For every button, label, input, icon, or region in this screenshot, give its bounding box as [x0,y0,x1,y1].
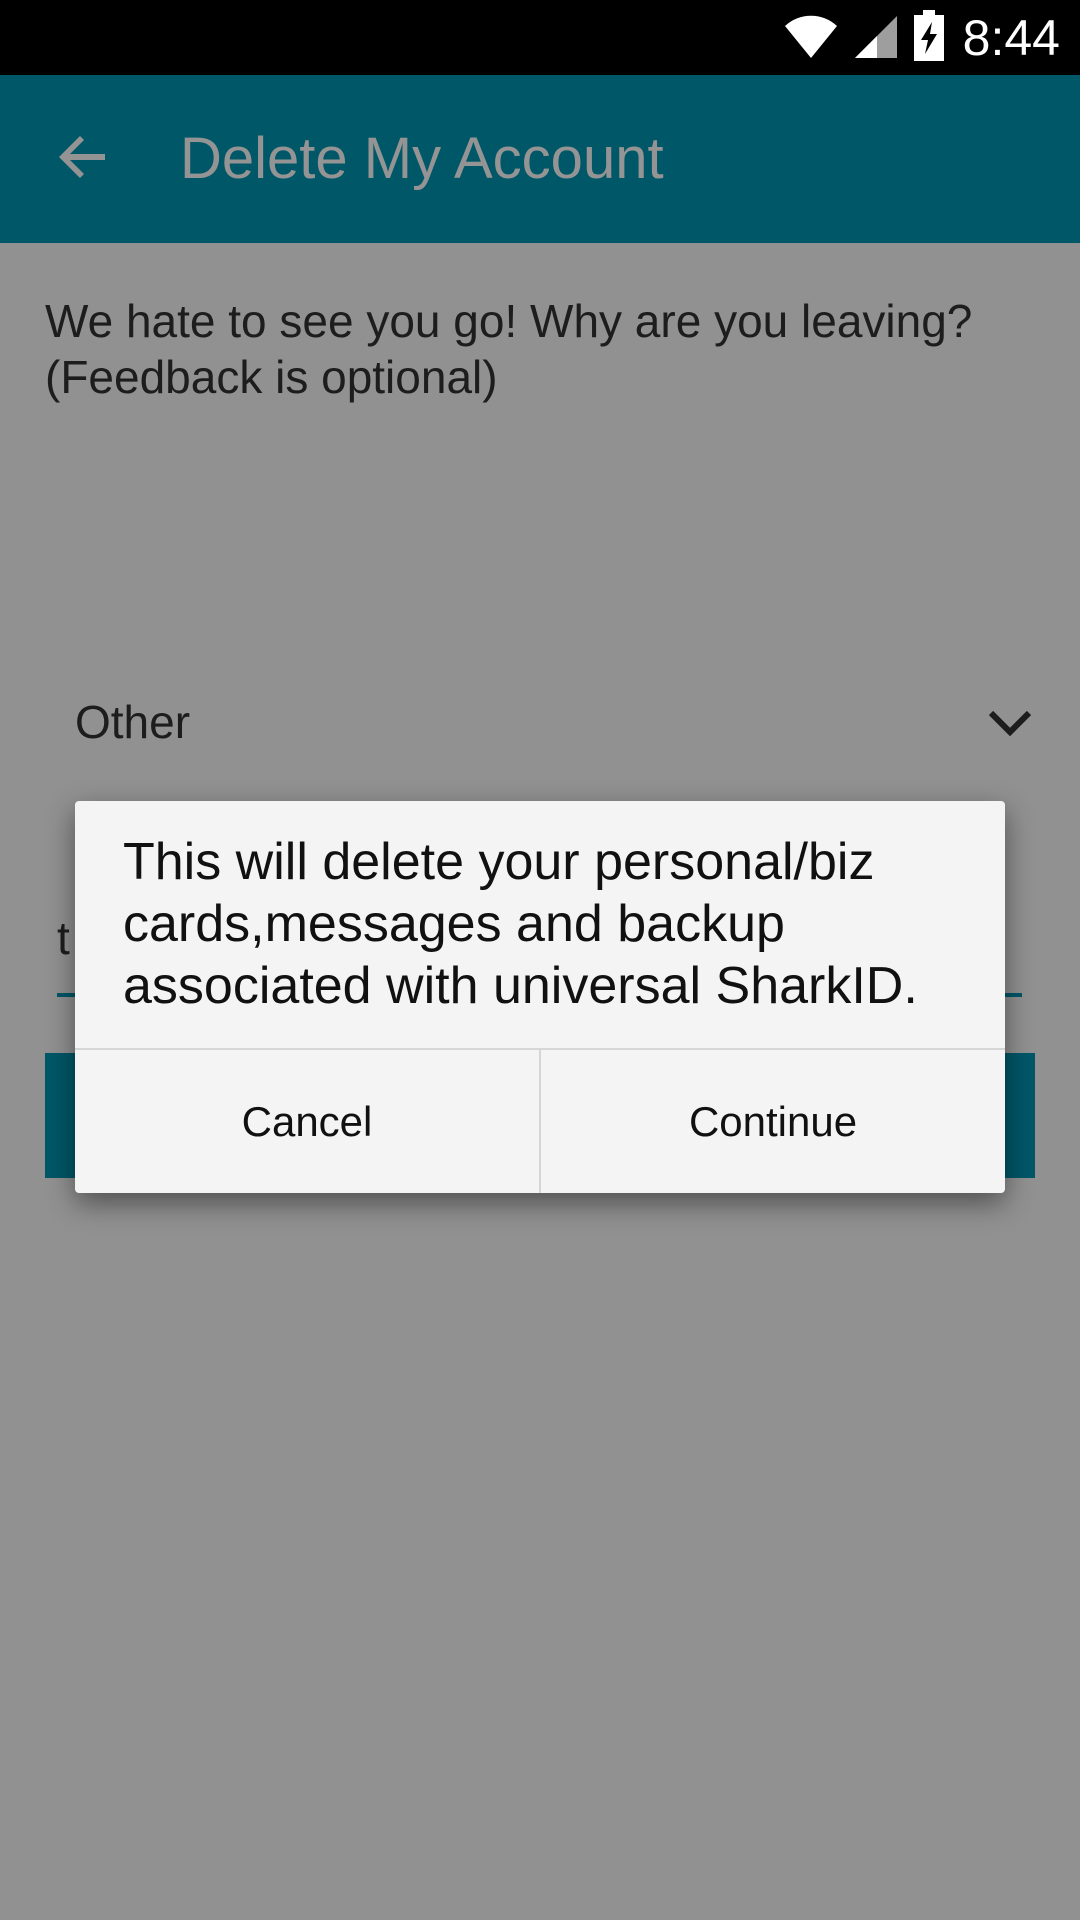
dialog-button-row: Cancel Continue [75,1050,1005,1193]
dialog-message: This will delete your personal/biz cards… [123,833,918,1015]
status-bar: 8:44 [0,0,1080,75]
wifi-icon [783,12,839,64]
signal-icon [853,12,899,64]
delete-account-screen: 8:44 Delete My Account We hate to see yo… [0,0,1080,1920]
cancel-button[interactable]: Cancel [75,1050,539,1193]
continue-button[interactable]: Continue [541,1050,1005,1193]
status-time: 8:44 [962,10,1060,66]
confirm-delete-dialog: This will delete your personal/biz cards… [75,801,1005,1193]
battery-charging-icon [913,10,945,66]
status-icons: 8:44 [783,8,1060,68]
